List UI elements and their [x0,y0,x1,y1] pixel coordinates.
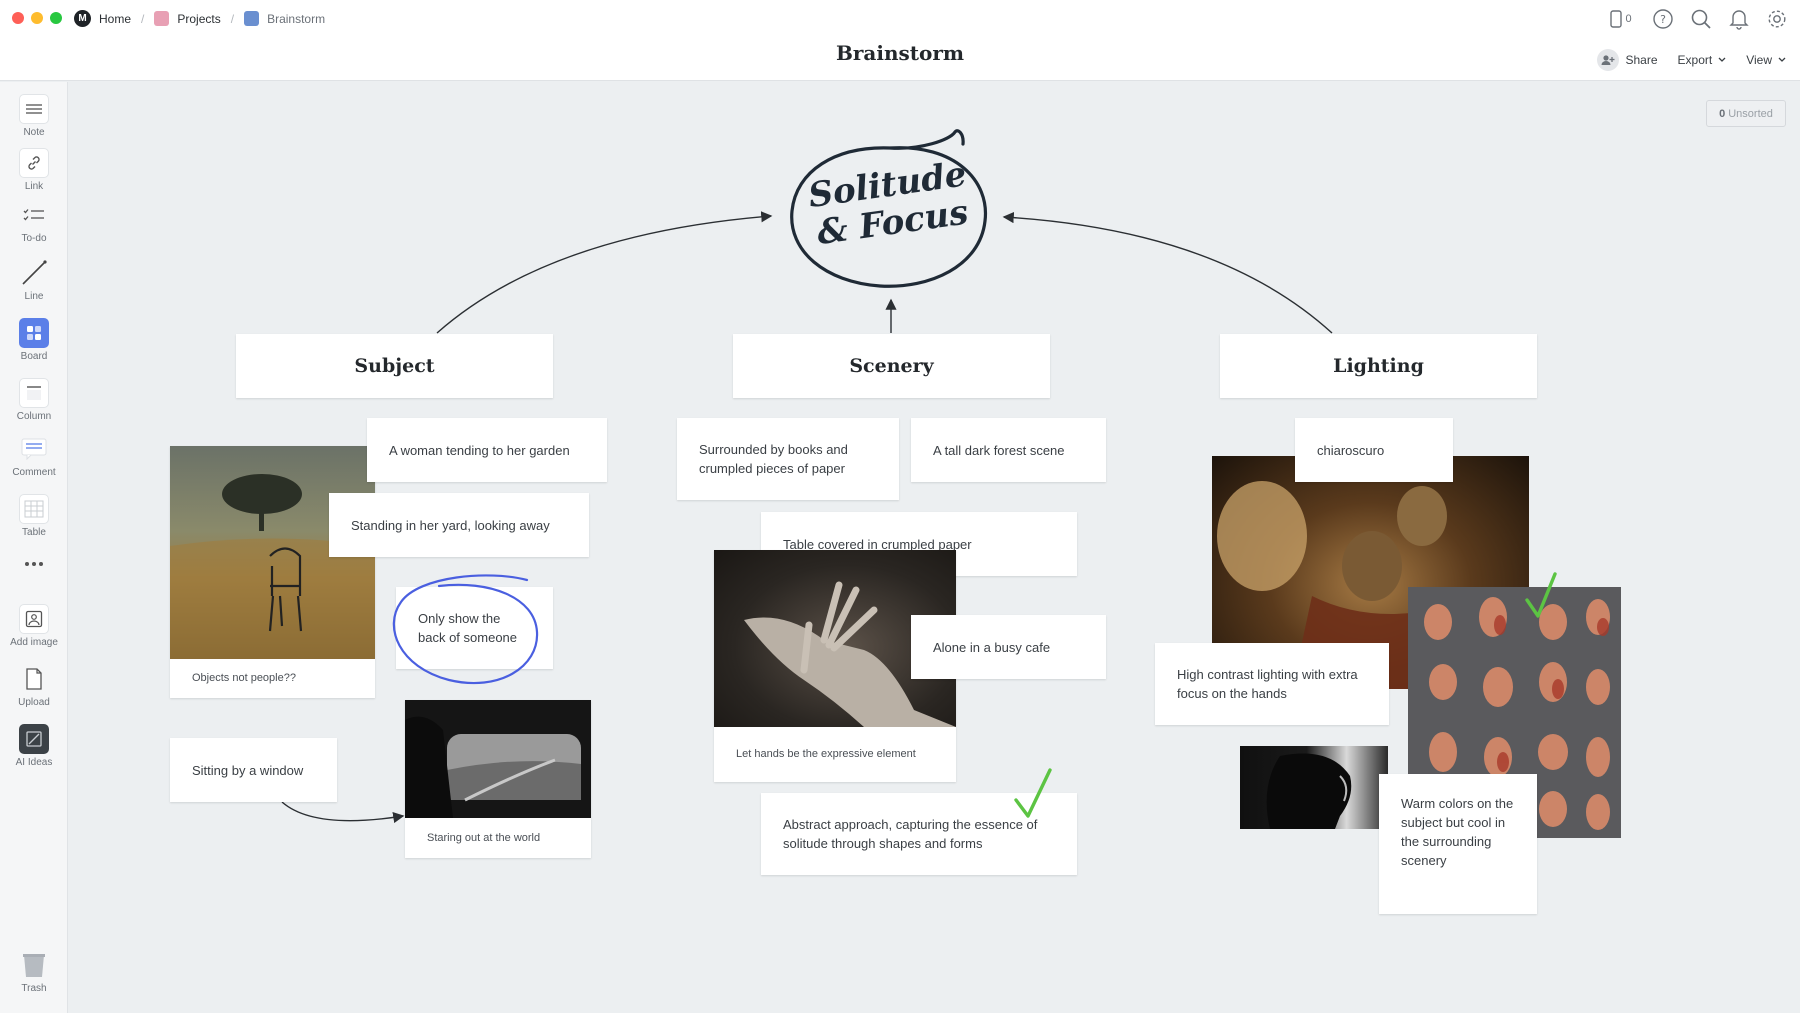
note-icon [19,94,49,124]
arrow-window-to-car[interactable] [281,801,405,824]
tool-line[interactable]: Line [0,258,68,302]
help-button[interactable]: ? [1652,8,1674,30]
note-warm-colors[interactable]: Warm colors on the subject but cool in t… [1379,774,1537,914]
tool-table[interactable]: Table [0,494,68,538]
note-books-paper[interactable]: Surrounded by books and crumpled pieces … [677,418,899,500]
tool-todo[interactable]: To-do [0,200,68,244]
breadcrumb-home[interactable]: M Home [74,10,131,27]
note-sitting-window[interactable]: Sitting by a window [170,738,337,802]
svg-text:?: ? [1660,13,1666,26]
export-menu[interactable]: Export [1678,53,1727,67]
tool-note[interactable]: Note [0,94,68,138]
notifications-button[interactable] [1728,8,1750,30]
column-header-subject[interactable]: Subject [236,334,553,398]
phone-icon [1610,10,1623,28]
board-canvas[interactable]: 0 Unsorted Solitude & Focus Subject Scen… [69,82,1800,1013]
note-standing-yard[interactable]: Standing in her yard, looking away [329,493,589,557]
add-person-icon [1597,49,1620,71]
center-sketch-title[interactable]: Solitude & Focus [780,126,1000,296]
minimize-window-button[interactable] [31,12,43,24]
page-title: Brainstorm [835,41,965,65]
more-icon [19,556,49,572]
chevron-down-icon [1718,57,1726,62]
field-caption: Objects not people?? [170,659,375,698]
column-header-scenery[interactable]: Scenery [733,334,1050,398]
table-icon [19,494,49,524]
breadcrumb: M Home / Projects / Brainstorm [74,10,325,27]
board-icon [19,318,49,348]
todo-icon [19,200,49,230]
note-high-contrast[interactable]: High contrast lighting with extra focus … [1155,643,1389,725]
breadcrumb-projects[interactable]: Projects [154,11,221,26]
help-icon: ? [1653,9,1673,29]
note-dark-forest[interactable]: A tall dark forest scene [911,418,1106,482]
note-woman-garden[interactable]: A woman tending to her garden [367,418,607,482]
green-check-icon [1525,572,1557,618]
car-window-image [405,700,591,818]
arrow-subject-to-title[interactable] [436,211,773,334]
tool-link[interactable]: Link [0,148,68,192]
unsorted-button[interactable]: 0 Unsorted [1706,100,1786,127]
breadcrumb-separator: / [141,11,145,26]
green-check-icon [1014,768,1052,818]
tool-comment[interactable]: Comment [0,434,68,478]
upload-icon [19,664,49,694]
column-header-lighting[interactable]: Lighting [1220,334,1537,398]
view-menu[interactable]: View [1746,53,1786,67]
note-busy-cafe[interactable]: Alone in a busy cafe [911,615,1106,679]
line-icon [19,258,49,288]
tool-more[interactable] [0,556,68,575]
gear-icon [1768,10,1786,28]
image-card-car-window[interactable]: Staring out at the world [405,700,591,858]
bell-icon [1729,10,1749,30]
tool-board[interactable]: Board [0,318,68,362]
share-button[interactable]: Share [1597,49,1658,71]
tool-trash[interactable]: Trash [0,950,68,994]
settings-button[interactable] [1766,8,1788,30]
tool-column[interactable]: Column [0,378,68,422]
maximize-window-button[interactable] [50,12,62,24]
tool-add-image[interactable]: Add image [0,604,68,648]
column-icon [19,378,49,408]
note-chiaroscuro[interactable]: chiaroscuro [1295,418,1453,482]
add-image-icon [19,604,49,634]
search-button[interactable] [1690,8,1712,30]
close-window-button[interactable] [12,12,24,24]
tool-sidebar: Note Link To-do Line Board Column Commen… [0,82,68,1013]
silhouette-profile-image[interactable] [1240,746,1388,829]
search-icon [1691,9,1711,29]
chevron-down-icon [1778,57,1786,62]
car-caption: Staring out at the world [405,818,591,858]
ai-ideas-icon [19,724,49,754]
brainstorm-board-icon [244,11,260,26]
milanote-logo-icon: M [74,10,91,27]
projects-board-icon [154,11,170,26]
image-card-field-chair[interactable]: Objects not people?? [170,446,375,698]
hand-caption: Let hands be the expressive element [714,727,956,782]
tool-ai-ideas[interactable]: AI Ideas [0,724,68,768]
comment-icon [19,434,49,464]
breadcrumb-separator: / [230,11,235,26]
top-actions: Share Export View [1597,49,1786,71]
window-controls [12,12,62,24]
trash-icon [19,950,49,980]
tool-upload[interactable]: Upload [0,664,68,708]
arrow-lighting-to-title[interactable] [1002,212,1333,334]
top-icons: 0 ? [1606,8,1788,30]
top-bar: M Home / Projects / Brainstorm Brainstor… [0,0,1800,81]
link-icon [19,148,49,178]
blue-circle-annotation [392,574,539,685]
breadcrumb-brainstorm[interactable]: Brainstorm [244,11,325,26]
device-sync-button[interactable]: 0 [1606,8,1636,30]
